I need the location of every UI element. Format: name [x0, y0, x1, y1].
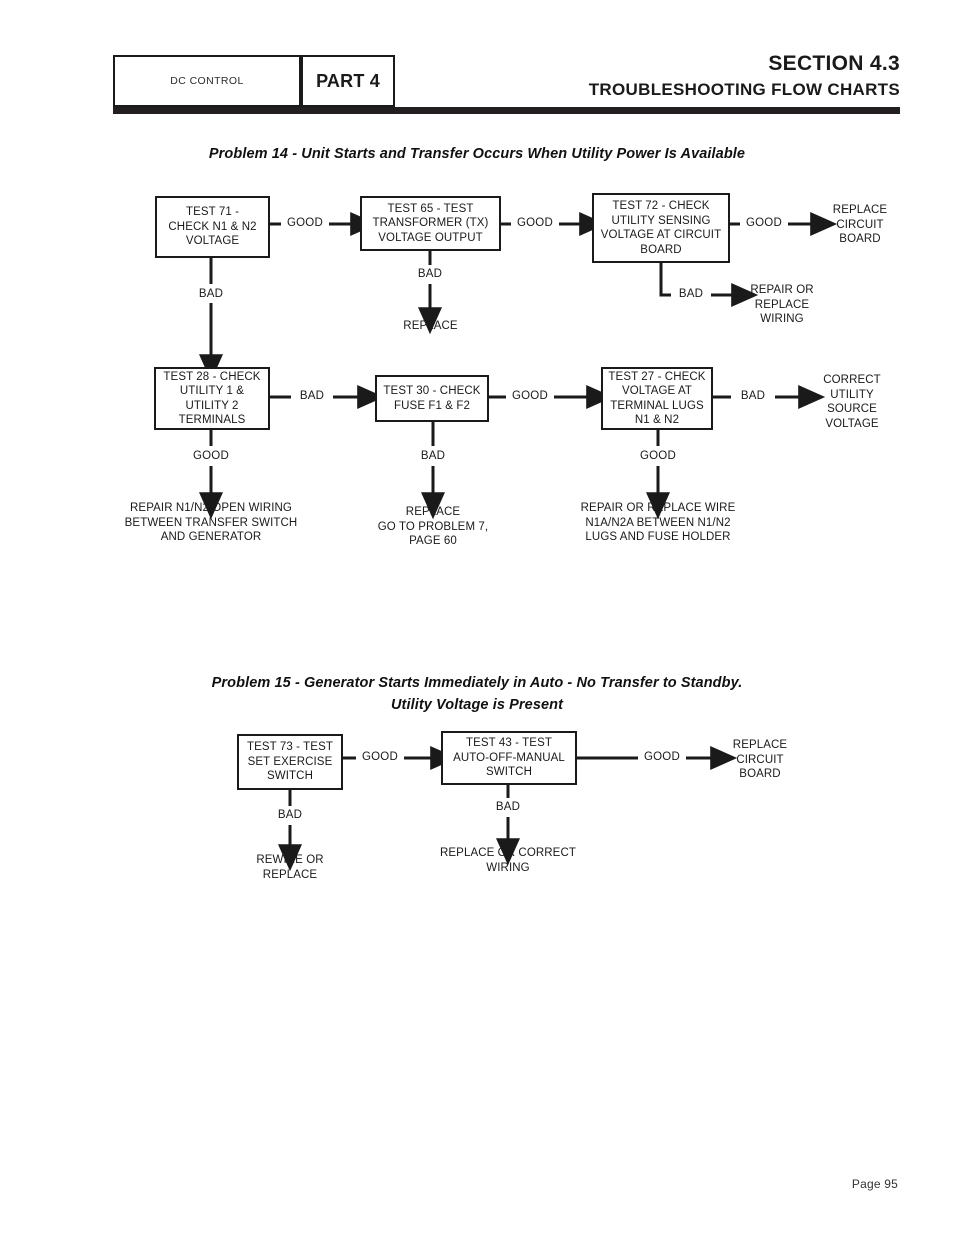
edge-label-test65-test72: GOOD — [511, 217, 559, 229]
edge-label-test72-bad: BAD — [671, 288, 711, 300]
node-test-30[interactable]: TEST 30 - CHECK FUSE F1 & F2 — [375, 375, 489, 422]
edge-label-test73-bad: BAD — [268, 809, 312, 821]
edge-label-test27-good: GOOD — [634, 450, 682, 462]
terminal-correct-utility-source-voltage: CORRECT UTILITY SOURCE VOLTAGE — [823, 374, 881, 430]
edge-label-test73-test43: GOOD — [356, 751, 404, 763]
section-number-title: SECTION 4.3 — [768, 52, 900, 75]
terminal-rewire-or-replace: REWIRE OR REPLACE — [256, 854, 324, 881]
node-test-27-label: TEST 27 - CHECK VOLTAGE AT TERMINAL LUGS… — [608, 370, 706, 427]
node-test-43-label: TEST 43 - TEST AUTO-OFF-MANUAL SWITCH — [453, 737, 565, 779]
edge-label-test28-test30: BAD — [291, 390, 333, 402]
part-label: PART 4 — [316, 70, 380, 91]
node-test-27[interactable]: TEST 27 - CHECK VOLTAGE AT TERMINAL LUGS… — [601, 367, 713, 430]
edge-label-test27-bad: BAD — [731, 390, 775, 402]
terminal-replace-circuit-board-1: REPLACE CIRCUIT BOARD — [832, 204, 888, 245]
terminal-repair-replace-wire: REPAIR OR REPLACE WIRE N1A/N2A BETWEEN N… — [580, 502, 736, 543]
node-test-28-label: TEST 28 - CHECK UTILITY 1 & UTILITY 2 TE… — [163, 370, 261, 427]
node-test-30-label: TEST 30 - CHECK FUSE F1 & F2 — [383, 385, 481, 412]
node-test-65[interactable]: TEST 65 - TEST TRANSFORMER (TX) VOLTAGE … — [360, 196, 501, 251]
node-test-71[interactable]: TEST 71 - CHECK N1 & N2 VOLTAGE — [155, 196, 270, 258]
dc-control-label: DC CONTROL — [170, 75, 244, 87]
problem-14-title: Problem 14 - Unit Starts and Transfer Oc… — [208, 146, 746, 162]
terminal-replace-circuit-board-2: REPLACE CIRCUIT BOARD — [732, 739, 788, 780]
problem-15-title-line-2: Utility Voltage is Present — [390, 697, 564, 713]
node-test-72-label: TEST 72 - CHECK UTILITY SENSING VOLTAGE … — [600, 200, 722, 256]
node-test-65-label: TEST 65 - TEST TRANSFORMER (TX) VOLTAGE … — [372, 202, 489, 244]
node-test-72[interactable]: TEST 72 - CHECK UTILITY SENSING VOLTAGE … — [592, 193, 730, 263]
edge-label-test28-good: GOOD — [187, 450, 235, 462]
edge-label-test71-test65: GOOD — [281, 217, 329, 229]
header-cell-part: PART 4 — [301, 55, 395, 107]
edge-label-test65-bad: BAD — [406, 268, 454, 280]
edge-label-test30-test27: GOOD — [506, 390, 554, 402]
edge-label-test43-replace-board: GOOD — [638, 751, 686, 763]
terminal-replace-or-correct-wiring: REPLACE OR CORRECT WIRING — [440, 847, 576, 874]
terminal-replace-goto-problem-7: REPLACE GO TO PROBLEM 7, PAGE 60 — [377, 506, 489, 547]
header-rule — [113, 107, 900, 114]
section-subtitle: TROUBLESHOOTING FLOW CHARTS — [588, 80, 900, 99]
terminal-replace-1: REPLACE — [403, 320, 458, 332]
edge-label-test30-bad: BAD — [412, 450, 454, 462]
node-test-73-label: TEST 73 - TEST SET EXERCISE SWITCH — [247, 741, 333, 783]
node-test-73[interactable]: TEST 73 - TEST SET EXERCISE SWITCH — [237, 734, 343, 790]
terminal-repair-or-replace-wiring: REPAIR OR REPLACE WIRING — [750, 284, 814, 325]
edge-label-test43-bad: BAD — [486, 801, 530, 813]
page-header: DC CONTROL PART 4 SECTION 4.3 TROUBLESHO… — [113, 52, 900, 114]
flowchart-connectors — [199, 212, 838, 872]
node-test-43[interactable]: TEST 43 - TEST AUTO-OFF-MANUAL SWITCH — [441, 731, 577, 785]
problem-15-title-line-1: Problem 15 - Generator Starts Immediatel… — [211, 675, 743, 691]
document-page: DC CONTROL PART 4 SECTION 4.3 TROUBLESHO… — [0, 0, 954, 1235]
terminal-repair-open-wiring: REPAIR N1/N2 OPEN WIRING BETWEEN TRANSFE… — [124, 502, 298, 543]
edge-label-test71-bad: BAD — [187, 288, 235, 300]
edge-label-test72-replace-board: GOOD — [740, 217, 788, 229]
node-test-28[interactable]: TEST 28 - CHECK UTILITY 1 & UTILITY 2 TE… — [154, 367, 270, 430]
page-footer: Page 95 — [851, 1177, 898, 1191]
header-cell-dc-control: DC CONTROL — [113, 55, 301, 107]
node-test-71-label: TEST 71 - CHECK N1 & N2 VOLTAGE — [168, 206, 257, 248]
